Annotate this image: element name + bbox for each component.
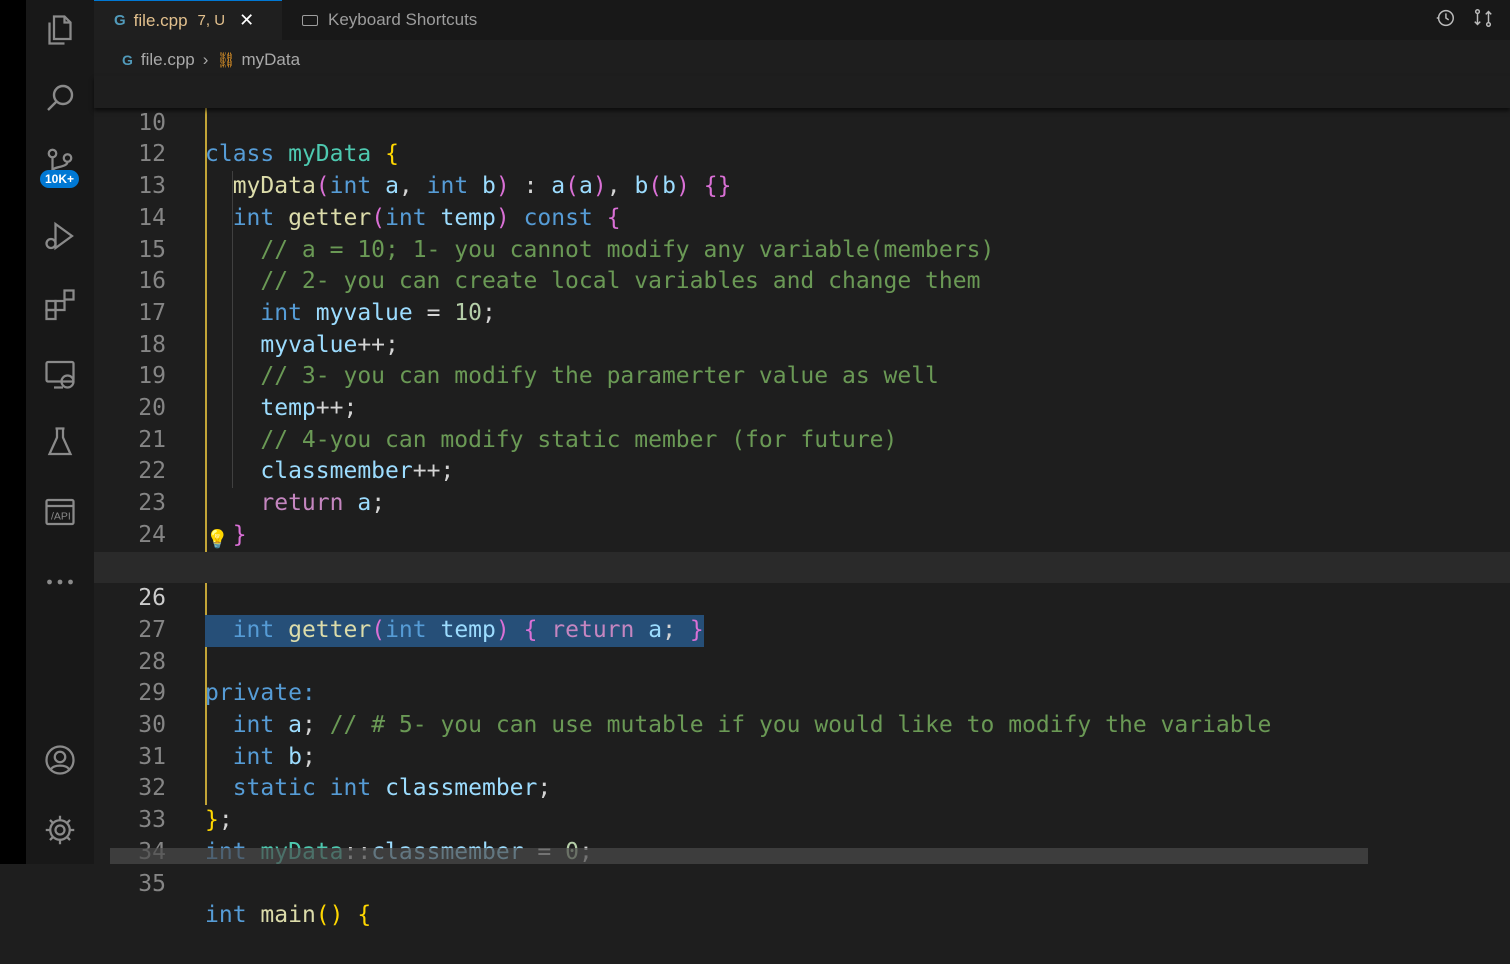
run-debug-icon[interactable]	[26, 206, 94, 266]
source-control-badge: 10K+	[40, 170, 80, 188]
code-line[interactable]: 21 classmember++;	[94, 393, 1510, 485]
code-line[interactable]: 27	[94, 583, 1510, 643]
code-line[interactable]: 22 return a;	[94, 425, 1510, 516]
code-line-35: int main() {	[205, 902, 372, 929]
class-symbol-icon: ⛓	[216, 52, 236, 69]
code-line[interactable]: 28 private:	[94, 615, 1510, 707]
code-line[interactable]: 17 myvalue++;	[94, 266, 1510, 358]
code-line[interactable]: 31 static int classmember;	[94, 710, 1510, 802]
compare-changes-icon[interactable]	[1472, 7, 1494, 33]
code-line[interactable]: 25 💡 void test() {}	[94, 520, 1510, 643]
code-line[interactable]: 32 };	[94, 742, 1510, 833]
sticky-scroll-line[interactable]: 10 class myData {	[94, 76, 1510, 167]
code-line[interactable]: 23 }	[94, 456, 1510, 548]
line-number: 35	[138, 870, 166, 897]
code-line[interactable]: 34	[94, 805, 1510, 865]
tab-label: file.cpp	[133, 10, 188, 30]
close-icon[interactable]: ✕	[239, 10, 254, 31]
activity-bar: 10K+ /API	[0, 0, 94, 864]
tab-bar: G file.cpp 7, U ✕ Keyboard Shortcuts	[94, 0, 1510, 40]
code-line[interactable]: 33 int myData::classmember = 0;	[94, 773, 1510, 865]
breadcrumb: G file.cpp › ⛓ myData	[94, 44, 300, 76]
window-edge	[0, 0, 26, 864]
editor-actions	[1434, 0, 1510, 40]
code-line[interactable]: 12 myData(int a, int b) : a(a), b(b) {}	[94, 108, 1510, 199]
code-line-10: class myData {	[205, 141, 399, 168]
account-icon[interactable]	[26, 730, 94, 790]
more-icon[interactable]	[26, 552, 94, 612]
source-control-icon[interactable]: 10K+	[26, 134, 94, 194]
timeline-icon[interactable]	[1434, 7, 1456, 33]
explorer-icon[interactable]	[26, 0, 94, 60]
code-line[interactable]: 18 // 3- you can modify the paramerter v…	[94, 298, 1510, 390]
breadcrumb-symbol[interactable]: myData	[241, 50, 300, 70]
search-icon[interactable]	[26, 68, 94, 128]
tab-keyboard-shortcuts[interactable]: Keyboard Shortcuts	[282, 0, 532, 40]
code-line[interactable]: 15 // 2- you can create local variables …	[94, 203, 1510, 295]
code-line[interactable]: 20 // 4-you can modify static member (fo…	[94, 361, 1510, 453]
cpp-file-icon: G	[122, 52, 133, 68]
code-editor[interactable]: 10 class myData { 12 myData(int a, int b…	[94, 76, 1510, 928]
svg-text:/API: /API	[51, 511, 71, 523]
code-line[interactable]: 30 int b;	[94, 678, 1510, 770]
code-line[interactable]: 16 int myvalue = 10;	[94, 235, 1510, 326]
code-line[interactable]: 14 // a = 10; 1- you cannot modify any v…	[94, 171, 1510, 263]
current-code-line[interactable]: 26 int getter(int temp) { return a; }	[94, 551, 1510, 647]
tab-label: Keyboard Shortcuts	[328, 10, 478, 29]
chevron-right-icon: ›	[202, 50, 209, 69]
line-number: 10	[138, 109, 166, 136]
cpp-file-icon: G	[114, 12, 126, 29]
horizontal-scrollbar[interactable]	[110, 848, 1368, 864]
api-icon[interactable]: /API	[26, 482, 94, 542]
keyboard-icon	[302, 14, 318, 26]
settings-gear-icon[interactable]	[26, 800, 94, 860]
code-line[interactable]: 19 temp++;	[94, 330, 1510, 421]
code-line[interactable]: 29 int a; // # 5- you can use mutable if…	[94, 647, 1510, 738]
code-line[interactable]: 24 void fun() const {}	[94, 488, 1510, 580]
breadcrumb-file[interactable]: file.cpp	[141, 50, 195, 70]
extensions-icon[interactable]	[26, 274, 94, 334]
remote-explorer-icon[interactable]	[26, 344, 94, 404]
tab-file-cpp[interactable]: G file.cpp 7, U ✕	[94, 0, 282, 40]
testing-icon[interactable]	[26, 412, 94, 472]
tab-status: 7, U	[197, 12, 226, 29]
